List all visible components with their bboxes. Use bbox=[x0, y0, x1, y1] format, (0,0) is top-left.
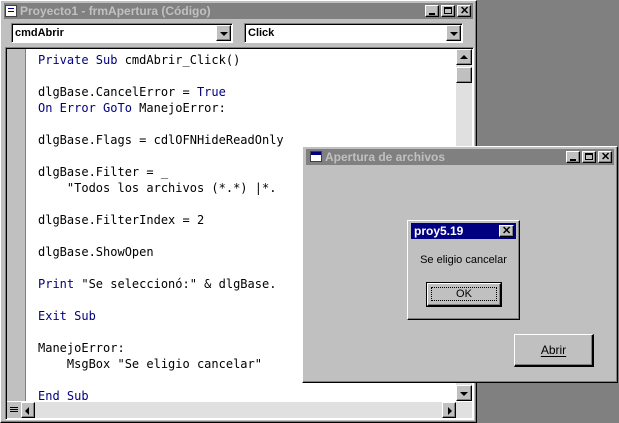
minimize-button[interactable] bbox=[425, 5, 439, 17]
code-line[interactable] bbox=[38, 372, 284, 388]
code-keyword: End Sub bbox=[38, 389, 89, 403]
horizontal-scrollbar[interactable] bbox=[7, 402, 472, 418]
close-icon: ✕ bbox=[460, 5, 470, 17]
code-token: dlgBase.FilterIndex = 2 bbox=[38, 213, 205, 227]
abrir-button[interactable]: Abrir bbox=[514, 334, 594, 367]
code-line[interactable] bbox=[38, 116, 284, 132]
code-token: cmdAbrir_Click() bbox=[124, 53, 241, 67]
code-keyword: Exit Sub bbox=[38, 309, 96, 323]
arrow-down-icon bbox=[460, 392, 468, 396]
code-line[interactable]: dlgBase.ShowOpen bbox=[38, 244, 284, 260]
procedure-combo-dropdown-button[interactable] bbox=[446, 25, 461, 41]
code-line[interactable]: dlgBase.Filter = _ bbox=[38, 164, 284, 180]
code-token: "Todos los archivos (*.*) |*. bbox=[38, 181, 277, 195]
code-line[interactable]: dlgBase.FilterIndex = 2 bbox=[38, 212, 284, 228]
abrir-button-label: Abrir bbox=[540, 343, 567, 357]
form-maximize-button[interactable] bbox=[582, 151, 596, 163]
scroll-thumb[interactable] bbox=[456, 67, 472, 83]
form-window-title: Apertura de archivos bbox=[325, 150, 446, 164]
code-line[interactable] bbox=[38, 260, 284, 276]
code-window-titlebar[interactable]: Proyecto1 - frmApertura (Código) ✕ bbox=[4, 3, 473, 19]
code-line[interactable] bbox=[38, 196, 284, 212]
code-line[interactable] bbox=[38, 292, 284, 308]
code-keyword: On Error GoTo bbox=[38, 101, 140, 115]
procedure-combo-value: Click bbox=[248, 27, 275, 39]
form-minimize-button[interactable] bbox=[566, 151, 580, 163]
code-line[interactable] bbox=[38, 68, 284, 84]
code-token: dlgBase.Filter = _ bbox=[38, 165, 169, 179]
chevron-down-icon bbox=[220, 32, 228, 36]
ok-button[interactable]: OK bbox=[426, 282, 502, 307]
code-window-title: Proyecto1 - frmApertura (Código) bbox=[20, 4, 211, 18]
form-icon bbox=[310, 151, 322, 162]
minimize-icon bbox=[429, 13, 435, 15]
code-token: ManejoError: bbox=[38, 341, 125, 355]
object-combo[interactable]: cmdAbrir bbox=[11, 23, 233, 43]
code-line[interactable]: dlgBase.Flags = cdlOFNHideReadOnly bbox=[38, 132, 284, 148]
form-window-titlebar[interactable]: Apertura de archivos ✕ bbox=[306, 149, 614, 165]
code-text[interactable]: Private Sub cmdAbrir_Click() dlgBase.Canc… bbox=[38, 52, 284, 404]
code-token: dlgBase.ShowOpen bbox=[38, 245, 154, 259]
message-box-titlebar[interactable]: proy5.19 ✕ bbox=[411, 223, 516, 239]
code-line[interactable]: ManejoError: bbox=[38, 340, 284, 356]
scroll-down-button[interactable] bbox=[456, 385, 472, 401]
scroll-left-button[interactable] bbox=[21, 402, 35, 418]
code-line[interactable]: Private Sub cmdAbrir_Click() bbox=[38, 52, 284, 68]
message-box-close-button[interactable]: ✕ bbox=[499, 225, 514, 237]
code-line[interactable]: dlgBase.CancelError = True bbox=[38, 84, 284, 100]
arrow-left-icon bbox=[25, 407, 29, 415]
arrow-up-icon bbox=[460, 55, 468, 59]
scroll-up-button[interactable] bbox=[456, 49, 472, 65]
scroll-right-button[interactable] bbox=[442, 402, 456, 418]
code-token: dlgBase.Flags = cdlOFNHideReadOnly bbox=[38, 133, 284, 147]
code-token: MsgBox "Se eligio cancelar" bbox=[38, 357, 262, 371]
message-box: proy5.19 ✕ Se eligio cancelar OK bbox=[407, 220, 520, 320]
code-line[interactable]: "Todos los archivos (*.*) |*. bbox=[38, 180, 284, 196]
code-line[interactable]: MsgBox "Se eligio cancelar" bbox=[38, 356, 284, 372]
maximize-button[interactable] bbox=[441, 5, 455, 17]
procedure-combo[interactable]: Click bbox=[244, 23, 463, 43]
code-line[interactable] bbox=[38, 228, 284, 244]
code-line[interactable] bbox=[38, 148, 284, 164]
ok-button-label: OK bbox=[431, 287, 497, 301]
code-line[interactable]: On Error GoTo ManejoError: bbox=[38, 100, 284, 116]
code-token: "Se seleccionó:" & dlgBase. bbox=[81, 277, 277, 291]
margin-indicator-bar[interactable] bbox=[7, 49, 26, 401]
code-line[interactable]: Exit Sub bbox=[38, 308, 284, 324]
object-combo-value: cmdAbrir bbox=[15, 27, 64, 39]
maximize-icon bbox=[585, 153, 593, 160]
minimize-icon bbox=[570, 159, 576, 161]
vb-module-icon bbox=[5, 5, 17, 17]
code-keyword: True bbox=[196, 85, 226, 99]
close-icon: ✕ bbox=[601, 151, 611, 163]
message-text: Se eligio cancelar bbox=[420, 254, 507, 266]
message-box-title: proy5.19 bbox=[414, 224, 464, 238]
code-line[interactable] bbox=[38, 324, 284, 340]
chevron-down-icon bbox=[450, 32, 458, 36]
code-keyword: Private Sub bbox=[38, 53, 125, 67]
arrow-right-icon bbox=[448, 407, 452, 415]
close-button[interactable]: ✕ bbox=[457, 5, 471, 17]
close-icon: ✕ bbox=[502, 225, 512, 237]
form-close-button[interactable]: ✕ bbox=[598, 151, 612, 163]
object-combo-dropdown-button[interactable] bbox=[216, 25, 231, 41]
procedure-view-icon[interactable] bbox=[7, 402, 21, 418]
code-keyword: Print bbox=[38, 277, 82, 291]
code-line[interactable]: Print "Se seleccionó:" & dlgBase. bbox=[38, 276, 284, 292]
code-token: dlgBase.CancelError = bbox=[38, 85, 197, 99]
code-token: ManejoError: bbox=[139, 101, 226, 115]
maximize-icon bbox=[444, 7, 452, 14]
